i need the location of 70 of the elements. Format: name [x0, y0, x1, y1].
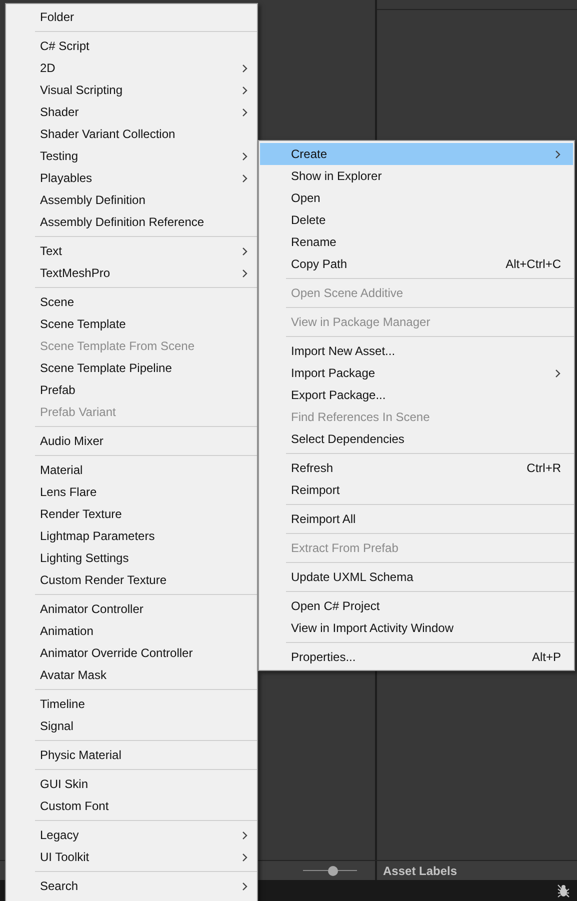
chevron-right-icon — [555, 150, 561, 158]
bug-icon[interactable] — [557, 884, 570, 898]
menu-item[interactable]: Testing — [7, 145, 256, 167]
chevron-right-icon — [242, 268, 248, 278]
menu-item[interactable]: Reimport All — [260, 508, 573, 530]
menu-item[interactable]: Folder — [7, 6, 256, 28]
menu-item[interactable]: View in Import Activity Window — [260, 617, 573, 639]
menu-item[interactable]: Reimport — [260, 479, 573, 501]
menu-item[interactable]: Audio Mixer — [7, 430, 256, 452]
menu-item[interactable]: Lens Flare — [7, 481, 256, 503]
menu-item[interactable]: Open C# Project — [260, 595, 573, 617]
menu-item[interactable]: Refresh Ctrl+R — [260, 457, 573, 479]
chevron-right-icon — [242, 830, 248, 840]
menu-item[interactable]: Playables — [7, 167, 256, 189]
menu-item[interactable]: Shader — [7, 101, 256, 123]
chevron-right-icon — [242, 174, 248, 182]
menu-item[interactable]: Search — [7, 875, 256, 897]
menu-item[interactable]: Assembly Definition — [7, 189, 256, 211]
menu-item[interactable]: Select Dependencies — [260, 428, 573, 450]
menu-item[interactable]: Import New Asset... — [260, 340, 573, 362]
menu-item[interactable]: Avatar Mask — [7, 664, 256, 686]
menu-item[interactable]: Timeline — [7, 693, 256, 715]
chevron-right-icon — [242, 246, 248, 256]
chevron-right-icon — [242, 86, 248, 94]
menu-item[interactable]: 2D — [7, 57, 256, 79]
menu-item[interactable]: Copy Path Alt+Ctrl+C — [260, 253, 573, 275]
menu-item[interactable]: Lightmap Parameters — [7, 525, 256, 547]
menu-item[interactable]: Assembly Definition Reference — [7, 211, 256, 233]
menu-item[interactable]: Open — [260, 187, 573, 209]
menu-item[interactable]: C# Script — [7, 35, 256, 57]
menu-item[interactable]: Legacy — [7, 824, 256, 846]
menu-item[interactable]: GUI Skin — [7, 773, 256, 795]
shortcut-text: Ctrl+R — [526, 460, 561, 477]
shortcut-text: Alt+Ctrl+C — [506, 256, 561, 273]
menu-item[interactable]: Import Package — [260, 362, 573, 384]
menu-item[interactable]: Rename — [260, 231, 573, 253]
chevron-right-icon — [242, 108, 248, 116]
thumbnail-slider[interactable] — [303, 866, 357, 876]
menu-item[interactable]: Custom Font — [7, 795, 256, 817]
menu-item[interactable]: Update UXML Schema — [260, 566, 573, 588]
shortcut-text: Alt+P — [532, 649, 561, 666]
chevron-right-icon — [555, 368, 561, 378]
menu-item[interactable]: Scene — [7, 291, 256, 313]
menu-item[interactable]: Scene Template Pipeline — [7, 357, 256, 379]
menu-item[interactable]: Signal — [7, 715, 256, 737]
chevron-right-icon — [242, 152, 248, 160]
menu-item[interactable]: UI Toolkit — [7, 846, 256, 868]
asset-labels-title: Asset Labels — [383, 862, 458, 880]
menu-item[interactable]: TextMeshPro — [7, 262, 256, 284]
menu-item[interactable]: Show in Explorer — [260, 165, 573, 187]
menu-item[interactable]: Delete — [260, 209, 573, 231]
menu-item[interactable]: Text — [7, 240, 256, 262]
menu-item[interactable]: Animation — [7, 620, 256, 642]
menu-item[interactable]: Create — [260, 143, 573, 165]
menu-item[interactable]: Export Package... — [260, 384, 573, 406]
chevron-right-icon — [242, 882, 248, 890]
menu-item[interactable]: Lighting Settings — [7, 547, 256, 569]
menu-item[interactable]: Custom Render Texture — [7, 569, 256, 591]
menu-item[interactable]: Animator Controller — [7, 598, 256, 620]
chevron-right-icon — [242, 64, 248, 72]
menu-item[interactable]: Scene Template — [7, 313, 256, 335]
menu-item[interactable]: Physic Material — [7, 744, 256, 766]
chevron-right-icon — [242, 852, 248, 862]
menu-item[interactable]: Animator Override Controller — [7, 642, 256, 664]
menu-item[interactable]: Shader Variant Collection — [7, 123, 256, 145]
menu-item[interactable]: Visual Scripting — [7, 79, 256, 101]
menu-item[interactable]: Material — [7, 459, 256, 481]
menu-item[interactable]: Render Texture — [7, 503, 256, 525]
menu-item[interactable]: Properties... Alt+P — [260, 646, 573, 668]
menu-item[interactable]: Prefab — [7, 379, 256, 401]
